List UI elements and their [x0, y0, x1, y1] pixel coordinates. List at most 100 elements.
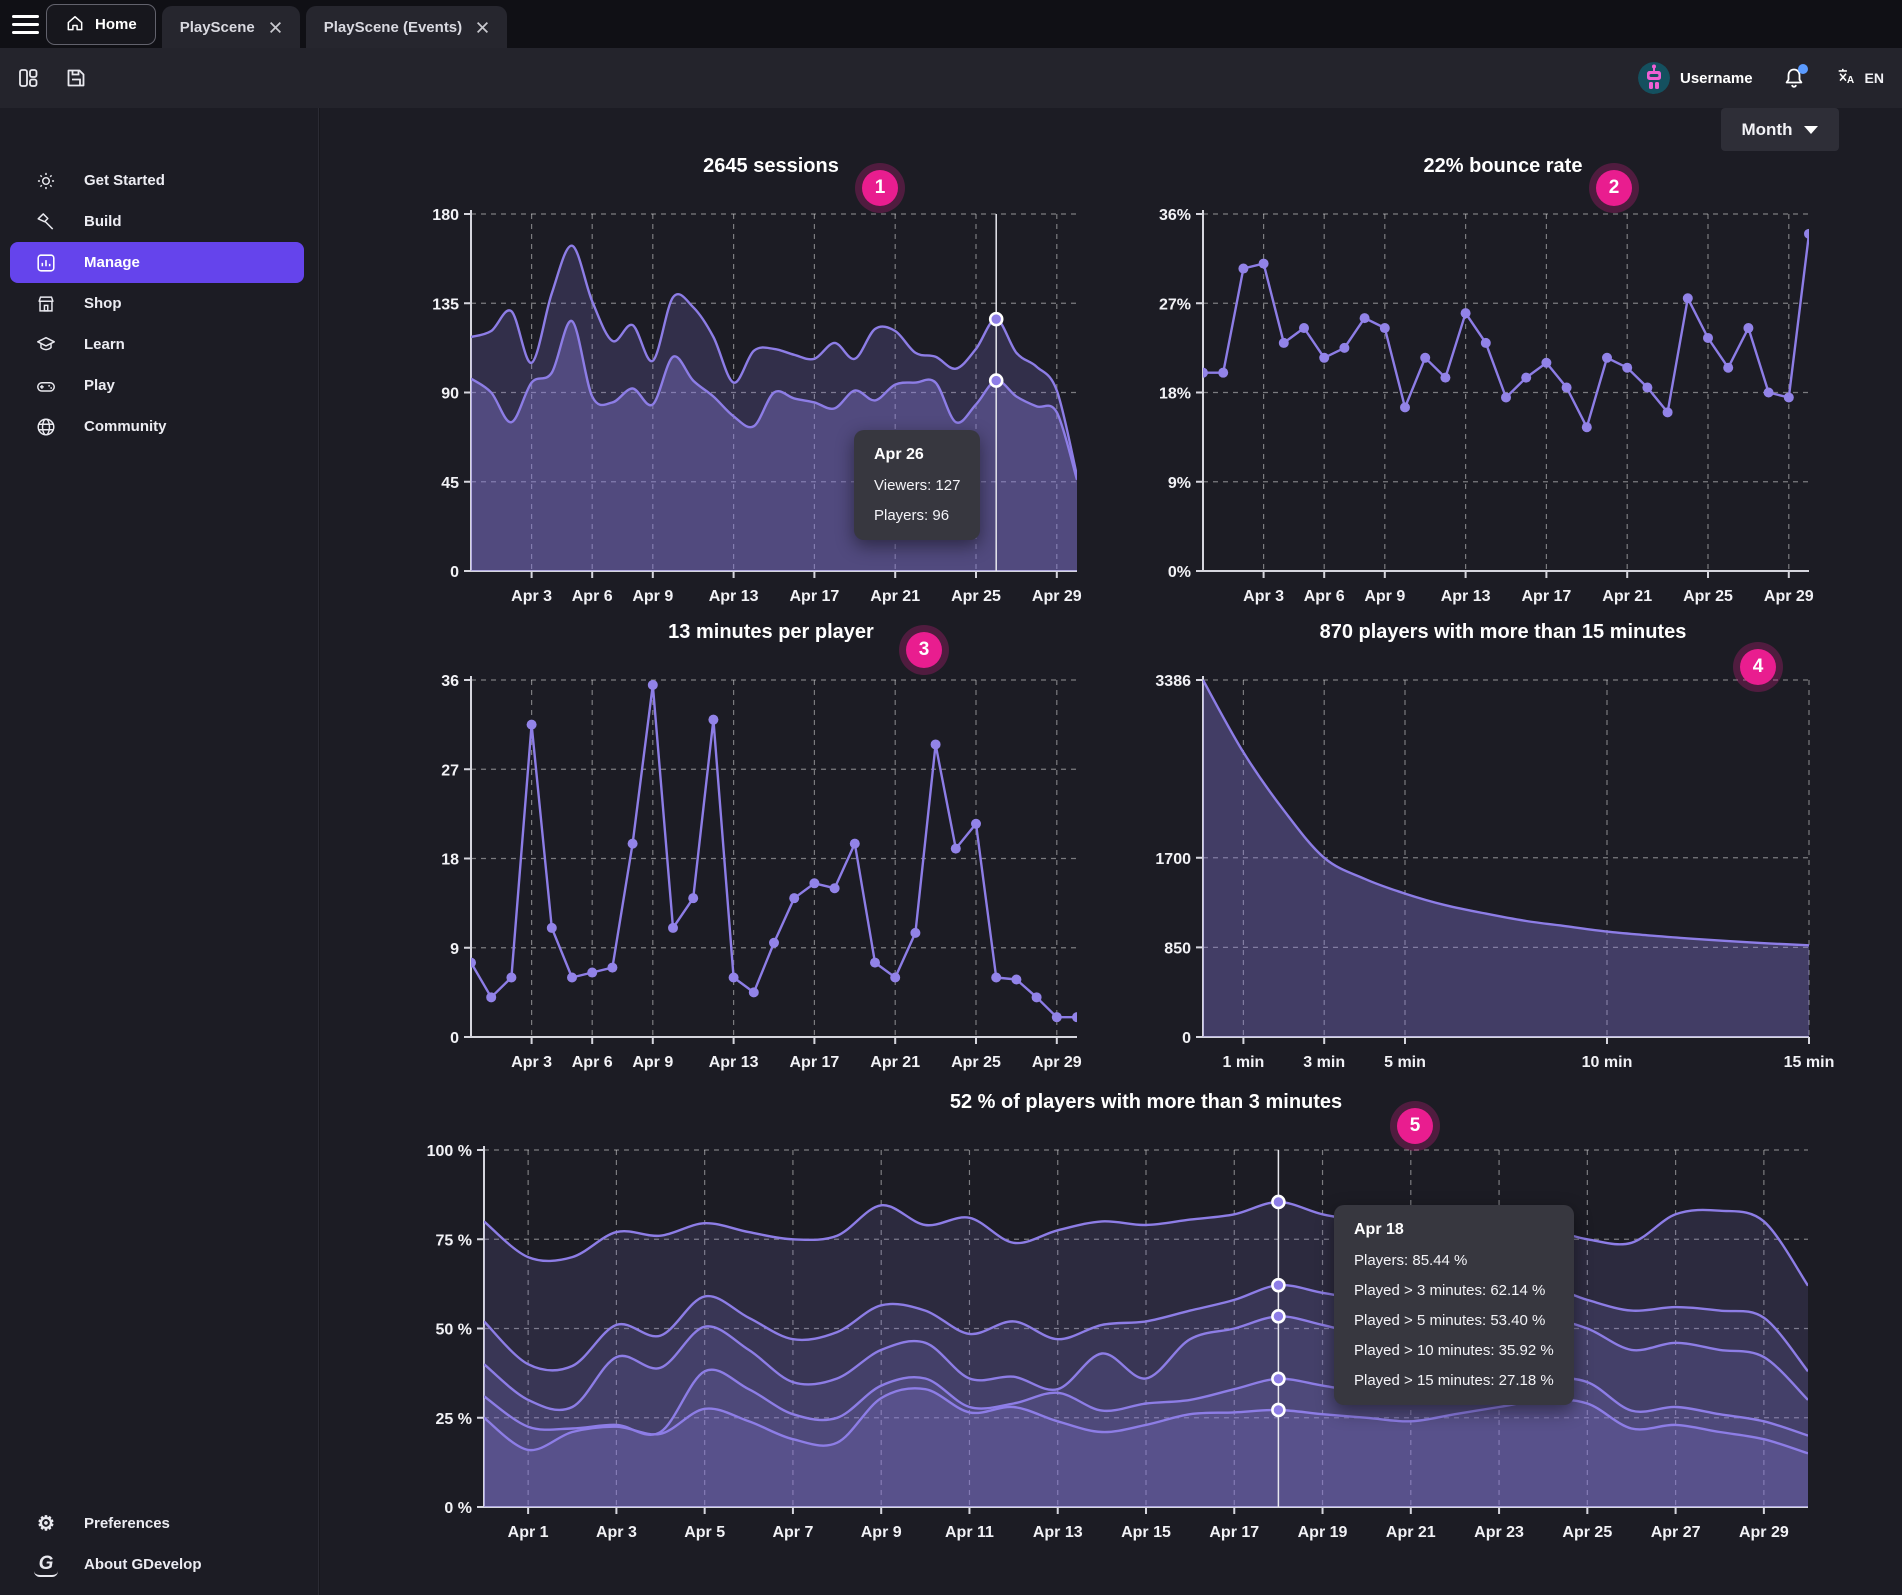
gdevelop-logo-icon: G — [34, 1553, 58, 1577]
globe-icon — [34, 415, 58, 439]
svg-text:100 %: 100 % — [427, 1143, 472, 1160]
toolbar: Username A EN — [0, 48, 1902, 108]
notifications-bell-icon[interactable] — [1779, 63, 1809, 93]
tooltip-lines: Viewers: 127Players: 96 — [874, 477, 960, 524]
chart-minutes-per-player: 13 minutes per player 3 Apr 3Apr 6Apr 9A… — [411, 616, 1107, 1086]
svg-text:50 %: 50 % — [436, 1322, 472, 1339]
bounce-rate-plot[interactable]: Apr 3Apr 6Apr 9Apr 13Apr 17Apr 21Apr 25A… — [1143, 204, 1839, 615]
svg-text:Apr 3: Apr 3 — [511, 1054, 552, 1071]
sidebar-item-about-gdevelop[interactable]: G About GDevelop — [10, 1544, 304, 1585]
storefront-icon — [34, 292, 58, 316]
close-icon[interactable] — [269, 21, 282, 34]
minutes-per-player-plot[interactable]: Apr 3Apr 6Apr 9Apr 13Apr 17Apr 21Apr 25A… — [411, 670, 1107, 1081]
language-code: EN — [1865, 70, 1884, 86]
sidebar-item-shop[interactable]: Shop — [10, 283, 304, 324]
step-badge: 3 — [906, 632, 942, 668]
svg-text:1 min: 1 min — [1223, 1054, 1265, 1071]
svg-text:Apr 27: Apr 27 — [1651, 1524, 1701, 1541]
svg-text:Apr 3: Apr 3 — [1243, 588, 1284, 605]
svg-text:Apr 15: Apr 15 — [1121, 1524, 1171, 1541]
svg-text:Apr 9: Apr 9 — [632, 1054, 673, 1071]
hamburger-menu-icon[interactable] — [0, 2, 46, 46]
sidebar-item-play[interactable]: Play — [10, 365, 304, 406]
svg-text:850: 850 — [1164, 940, 1191, 957]
svg-text:0: 0 — [450, 564, 459, 581]
svg-text:135: 135 — [432, 296, 459, 313]
sidebar-item-preferences[interactable]: ⚙ Preferences — [10, 1503, 304, 1544]
sun-icon — [34, 169, 58, 193]
svg-text:Apr 13: Apr 13 — [1441, 588, 1491, 605]
sessions-plot[interactable]: Apr 3Apr 6Apr 9Apr 13Apr 17Apr 21Apr 25A… — [411, 204, 1107, 615]
svg-text:Apr 21: Apr 21 — [1386, 1524, 1436, 1541]
chart-retention: 870 players with more than 15 minutes 4 … — [1143, 616, 1839, 1086]
step-badge: 4 — [1740, 649, 1776, 685]
svg-text:10 min: 10 min — [1582, 1054, 1633, 1071]
period-dropdown-label: Month — [1742, 120, 1793, 140]
sidebar-item-label: Learn — [84, 336, 125, 353]
svg-text:Apr 9: Apr 9 — [632, 588, 673, 605]
svg-text:Apr 9: Apr 9 — [1364, 588, 1405, 605]
svg-text:75 %: 75 % — [436, 1232, 472, 1249]
user-account-chip[interactable]: Username — [1638, 62, 1753, 94]
svg-text:Apr 21: Apr 21 — [870, 588, 920, 605]
language-selector[interactable]: A EN — [1835, 65, 1884, 92]
sidebar-item-build[interactable]: Build — [10, 201, 304, 242]
svg-text:3386: 3386 — [1155, 673, 1191, 690]
play-duration-plot[interactable]: Apr 1Apr 3Apr 5Apr 7Apr 9Apr 11Apr 13Apr… — [424, 1140, 1844, 1551]
gamepad-icon — [34, 374, 58, 398]
svg-text:36: 36 — [441, 673, 459, 690]
sidebar-item-label: Community — [84, 418, 167, 435]
sidebar-item-label: Preferences — [84, 1515, 170, 1532]
svg-text:0 %: 0 % — [444, 1500, 472, 1517]
tab-label: PlayScene — [180, 19, 255, 36]
svg-text:Apr 9: Apr 9 — [861, 1524, 902, 1541]
svg-text:18%: 18% — [1159, 386, 1191, 403]
svg-text:Apr 29: Apr 29 — [1764, 588, 1814, 605]
sidebar-item-label: Play — [84, 377, 115, 394]
svg-text:Apr 17: Apr 17 — [790, 588, 840, 605]
svg-text:Apr 11: Apr 11 — [945, 1524, 994, 1541]
svg-text:Apr 21: Apr 21 — [1602, 588, 1652, 605]
gear-icon: ⚙ — [34, 1512, 58, 1536]
step-badge: 5 — [1397, 1108, 1433, 1144]
svg-text:Apr 1: Apr 1 — [508, 1524, 549, 1541]
chevron-down-icon — [1804, 126, 1818, 134]
tab-playscene-events[interactable]: PlayScene (Events) — [306, 6, 507, 48]
svg-text:1700: 1700 — [1155, 851, 1191, 868]
svg-text:Apr 25: Apr 25 — [1562, 1524, 1612, 1541]
analytics-dashboard: Month 2645 sessions 1 Apr 3Apr 6Apr 9Apr… — [320, 108, 1902, 1595]
svg-text:45: 45 — [441, 475, 459, 492]
step-badge: 2 — [1596, 170, 1632, 206]
chart-title: 870 players with more than 15 minutes — [1143, 616, 1839, 648]
chart-title: 52 % of players with more than 3 minutes — [424, 1086, 1844, 1118]
svg-text:Apr 6: Apr 6 — [1304, 588, 1345, 605]
tab-playscene[interactable]: PlayScene — [162, 6, 300, 48]
svg-text:Apr 13: Apr 13 — [1033, 1524, 1083, 1541]
retention-plot[interactable]: 1 min3 min5 min10 min15 min085017003386 — [1143, 670, 1839, 1081]
panels-layout-icon[interactable] — [8, 58, 48, 98]
sidebar-item-community[interactable]: Community — [10, 406, 304, 447]
period-dropdown[interactable]: Month — [1721, 108, 1839, 151]
svg-text:Apr 21: Apr 21 — [870, 1054, 920, 1071]
svg-text:27: 27 — [441, 762, 459, 779]
svg-text:180: 180 — [432, 207, 459, 224]
tab-home[interactable]: Home — [46, 4, 156, 45]
svg-text:Apr 13: Apr 13 — [709, 1054, 759, 1071]
sidebar-item-label: Build — [84, 213, 122, 230]
tooltip: Apr 26 Viewers: 127Players: 96 — [854, 430, 980, 540]
sidebar-item-get-started[interactable]: Get Started — [10, 160, 304, 201]
svg-text:Apr 17: Apr 17 — [1522, 588, 1572, 605]
svg-text:Apr 29: Apr 29 — [1032, 588, 1082, 605]
svg-text:27%: 27% — [1159, 296, 1191, 313]
sidebar-item-manage[interactable]: Manage — [10, 242, 304, 283]
chart-title: 2645 sessions — [411, 150, 1107, 182]
save-icon[interactable] — [56, 58, 96, 98]
avatar — [1638, 62, 1670, 94]
svg-text:Apr 6: Apr 6 — [572, 588, 613, 605]
close-icon[interactable] — [476, 21, 489, 34]
svg-text:Apr 6: Apr 6 — [572, 1054, 613, 1071]
tooltip-title: Apr 18 — [1354, 1221, 1554, 1239]
svg-text:Apr 19: Apr 19 — [1298, 1524, 1348, 1541]
sidebar: Get Started Build Manage Shop — [0, 108, 319, 1595]
sidebar-item-learn[interactable]: Learn — [10, 324, 304, 365]
